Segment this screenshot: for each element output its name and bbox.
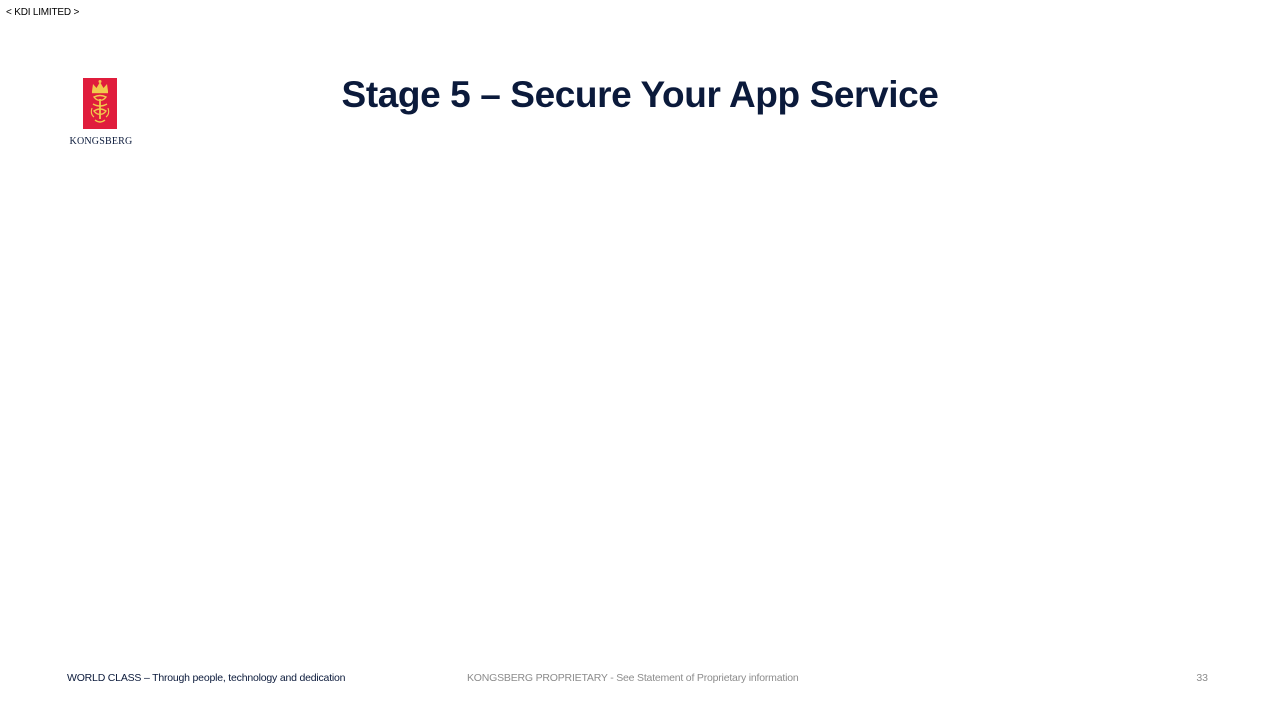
page-number: 33 (1196, 672, 1208, 684)
slide-title: Stage 5 – Secure Your App Service (341, 74, 939, 115)
footer-proprietary-notice: KONGSBERG PROPRIETARY - See Statement of… (467, 672, 799, 684)
logo-wordmark: KONGSBERG (69, 136, 133, 147)
footer-tagline: WORLD CLASS – Through people, technology… (67, 672, 346, 684)
classification-label: < KDI LIMITED > (6, 7, 80, 18)
